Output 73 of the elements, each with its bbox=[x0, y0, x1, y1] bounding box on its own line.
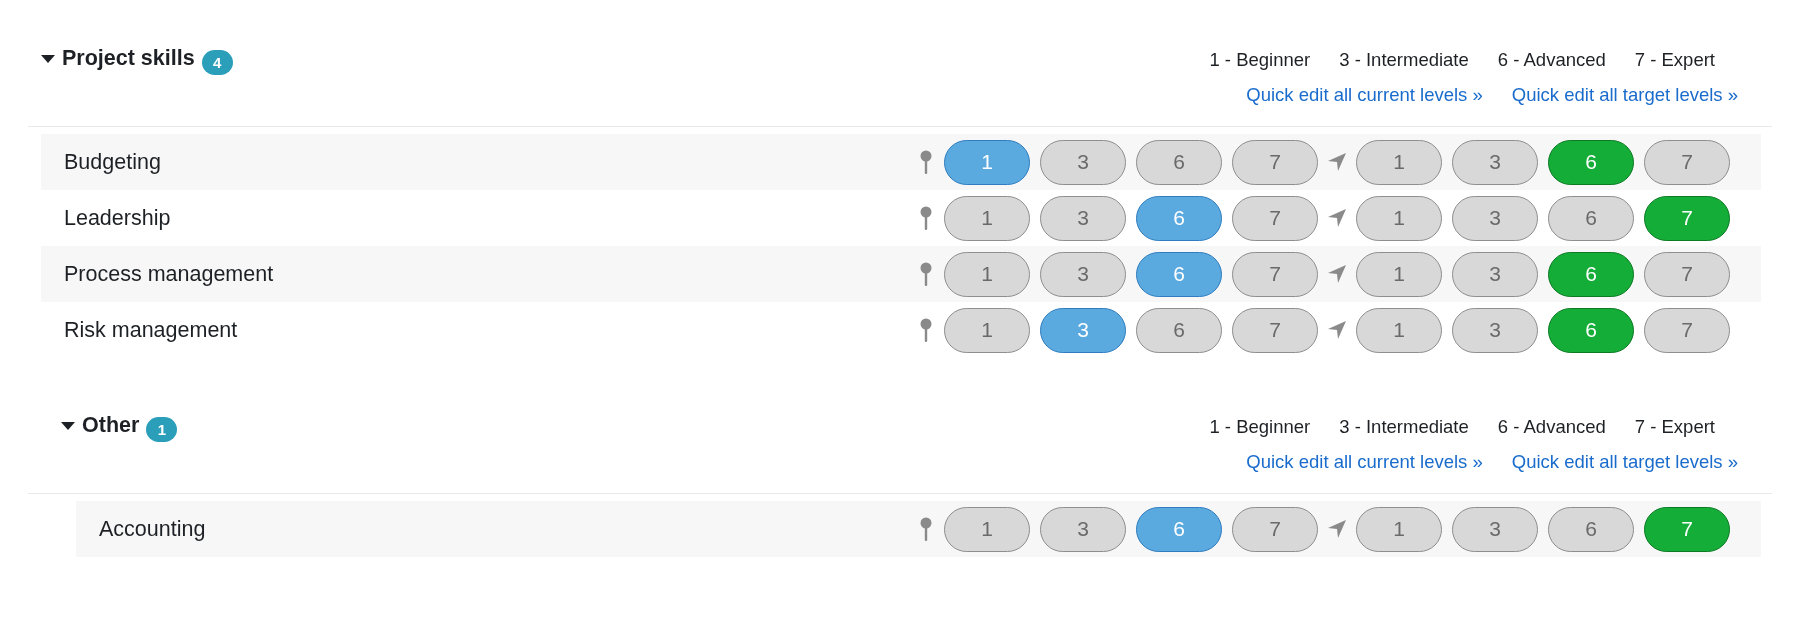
level-button[interactable]: 6 bbox=[1136, 307, 1222, 353]
legend-label: 6 - Advanced bbox=[1497, 48, 1606, 72]
level-button[interactable]: 7 bbox=[1644, 307, 1730, 353]
pin-icon bbox=[920, 517, 932, 541]
level-button[interactable]: 3 bbox=[1452, 506, 1538, 552]
count-badge: 4 bbox=[201, 49, 233, 75]
caret-icon[interactable] bbox=[41, 54, 55, 63]
legend-label: 7 - Expert bbox=[1634, 48, 1715, 72]
level-button[interactable]: 3 bbox=[1452, 139, 1538, 185]
quick-edit-link[interactable]: Quick edit all current levels » bbox=[1246, 79, 1483, 111]
navigation-arrow-icon bbox=[1328, 209, 1346, 227]
level-button[interactable]: 7 bbox=[1232, 506, 1318, 552]
level-button[interactable]: 6 bbox=[1548, 139, 1634, 185]
level-button[interactable]: 1 bbox=[944, 195, 1030, 241]
level-button[interactable]: 3 bbox=[1452, 307, 1538, 353]
level-button[interactable]: 7 bbox=[1644, 139, 1730, 185]
pin-icon bbox=[920, 262, 932, 286]
skill-name: Accounting bbox=[99, 516, 206, 542]
legend-label: 3 - Intermediate bbox=[1339, 415, 1469, 439]
level-button[interactable]: 6 bbox=[1136, 195, 1222, 241]
level-button[interactable]: 3 bbox=[1452, 195, 1538, 241]
level-button[interactable]: 7 bbox=[1232, 307, 1318, 353]
level-button[interactable]: 3 bbox=[1040, 307, 1126, 353]
level-button[interactable]: 7 bbox=[1644, 506, 1730, 552]
pin-icon bbox=[920, 206, 932, 230]
level-button[interactable]: 1 bbox=[944, 139, 1030, 185]
level-button[interactable]: 1 bbox=[944, 251, 1030, 297]
level-button[interactable]: 6 bbox=[1548, 506, 1634, 552]
level-button[interactable]: 1 bbox=[1356, 195, 1442, 241]
level-button[interactable]: 3 bbox=[1040, 195, 1126, 241]
legend-label: 3 - Intermediate bbox=[1339, 48, 1469, 72]
level-button[interactable]: 7 bbox=[1232, 251, 1318, 297]
level-button[interactable]: 3 bbox=[1040, 139, 1126, 185]
skill-name: Process management bbox=[64, 261, 274, 287]
level-button[interactable]: 1 bbox=[1356, 506, 1442, 552]
level-button[interactable]: 6 bbox=[1136, 139, 1222, 185]
quick-edit-link[interactable]: Quick edit all target levels » bbox=[1511, 79, 1738, 111]
level-button[interactable]: 6 bbox=[1548, 307, 1634, 353]
navigation-arrow-icon bbox=[1328, 265, 1346, 283]
level-button[interactable]: 1 bbox=[1356, 139, 1442, 185]
skill-name: Risk management bbox=[64, 317, 238, 343]
level-button[interactable]: 1 bbox=[1356, 251, 1442, 297]
legend-label: 1 - Beginner bbox=[1209, 415, 1311, 439]
level-button[interactable]: 6 bbox=[1548, 251, 1634, 297]
level-button[interactable]: 6 bbox=[1136, 506, 1222, 552]
section-title: Project skills bbox=[62, 45, 195, 72]
level-button[interactable]: 7 bbox=[1232, 139, 1318, 185]
skill-name: Leadership bbox=[64, 205, 171, 231]
navigation-arrow-icon bbox=[1328, 321, 1346, 339]
level-button[interactable]: 1 bbox=[1356, 307, 1442, 353]
level-button[interactable]: 6 bbox=[1548, 195, 1634, 241]
navigation-arrow-icon bbox=[1328, 153, 1346, 171]
level-button[interactable]: 3 bbox=[1040, 506, 1126, 552]
quick-edit-link[interactable]: Quick edit all current levels » bbox=[1246, 446, 1483, 478]
navigation-arrow-icon bbox=[1328, 520, 1346, 538]
section-title: Other bbox=[82, 412, 140, 439]
level-button[interactable]: 7 bbox=[1644, 251, 1730, 297]
level-button[interactable]: 1 bbox=[944, 506, 1030, 552]
legend-label: 1 - Beginner bbox=[1209, 48, 1311, 72]
quick-edit-link[interactable]: Quick edit all target levels » bbox=[1511, 446, 1738, 478]
legend-label: 6 - Advanced bbox=[1497, 415, 1606, 439]
skill-name: Budgeting bbox=[64, 149, 161, 175]
pin-icon bbox=[920, 318, 932, 342]
level-button[interactable]: 3 bbox=[1040, 251, 1126, 297]
count-badge: 1 bbox=[146, 416, 178, 442]
level-button[interactable]: 7 bbox=[1644, 195, 1730, 241]
level-button[interactable]: 3 bbox=[1452, 251, 1538, 297]
level-button[interactable]: 1 bbox=[944, 307, 1030, 353]
level-button[interactable]: 7 bbox=[1232, 195, 1318, 241]
pin-icon bbox=[920, 150, 932, 174]
level-button[interactable]: 6 bbox=[1136, 251, 1222, 297]
caret-icon[interactable] bbox=[61, 421, 75, 430]
legend-label: 7 - Expert bbox=[1634, 415, 1715, 439]
